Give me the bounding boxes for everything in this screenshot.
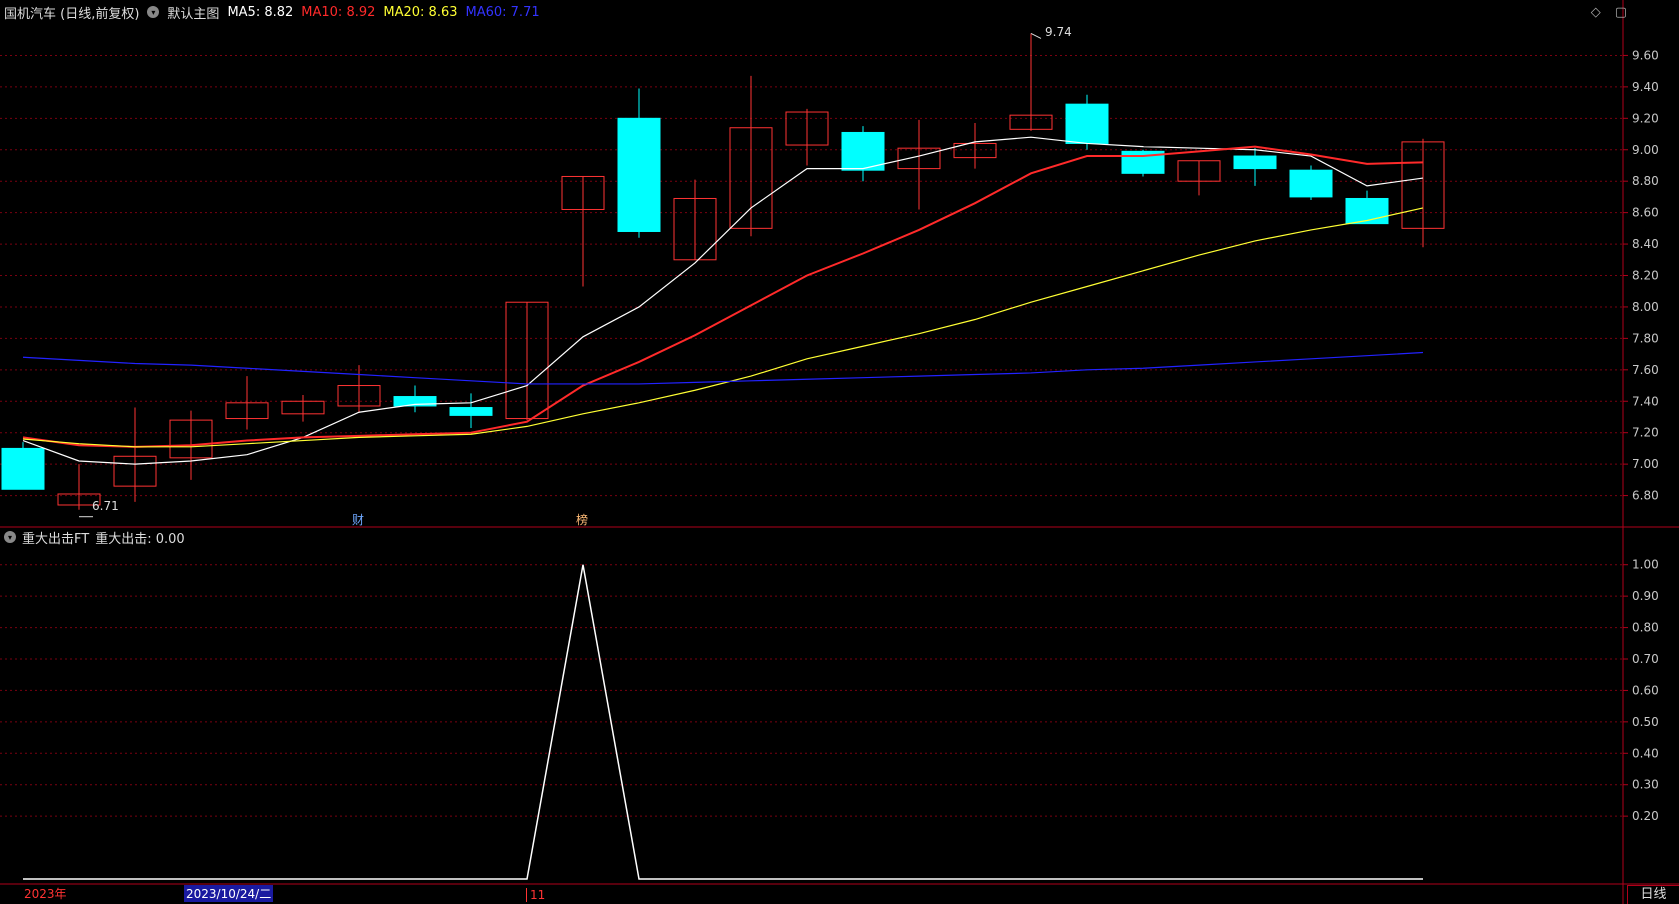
indicator-name[interactable]: 默认主图 xyxy=(167,3,219,22)
ma5-value: MA5: 8.82 xyxy=(227,4,294,20)
ma60-value: MA60: 7.71 xyxy=(465,4,540,20)
main-panel-header: 国机汽车 (日线,前复权) ▾ 默认主图 MA5: 8.82 MA10: 8.9… xyxy=(0,0,1624,24)
y-tick-label: 0.90 xyxy=(1632,589,1659,603)
year-label: 2023年 xyxy=(24,887,67,901)
panel-controls: ◇ ▢ xyxy=(1591,5,1627,20)
y-tick-label: 1.00 xyxy=(1632,558,1659,572)
chevron-down-icon[interactable]: ▾ xyxy=(4,531,16,543)
ma60-line xyxy=(22,351,1424,385)
indicator-panel xyxy=(23,564,1423,880)
month-label: 11 xyxy=(526,888,545,902)
candle-down xyxy=(449,407,493,416)
chevron-down-icon[interactable]: ▾ xyxy=(147,6,160,18)
high-pointer xyxy=(1030,32,1042,39)
ma20-value: MA20: 8.63 xyxy=(383,4,458,20)
sub-indicator-title[interactable]: 重大出击FT xyxy=(22,528,89,547)
sub-panel-header: ▾ 重大出击FT 重大出击: 0.00 xyxy=(0,527,185,547)
y-tick-label: 6.80 xyxy=(1632,489,1659,503)
candle-down xyxy=(1,447,45,490)
y-tick-label: 0.70 xyxy=(1632,652,1659,666)
price-axis: 9.60 9.40 9.20 9.00 8.80 8.60 8.40 8.20 8.00 7.80… xyxy=(1623,48,1659,823)
y-tick-label: 7.20 xyxy=(1632,426,1659,440)
y-tick-label: 9.60 xyxy=(1632,48,1659,62)
signal-line xyxy=(23,564,1423,880)
grid-lines xyxy=(0,0,1679,904)
cursor-date-label: 2023/10/24/二 xyxy=(184,885,274,902)
chart-canvas[interactable]: 9.60 9.40 9.20 9.00 8.80 8.60 8.40 8.20 8.00 7.80… xyxy=(0,0,1679,904)
candle-down xyxy=(1065,103,1109,144)
diamond-icon[interactable]: ◇ xyxy=(1591,5,1601,20)
y-tick-label: 0.60 xyxy=(1632,683,1659,697)
y-tick-label: 0.80 xyxy=(1632,621,1659,635)
high-price-label: 9.74 xyxy=(1045,25,1072,39)
sub-indicator-value: 重大出击: 0.00 xyxy=(95,531,185,547)
finance-marker[interactable]: 财 xyxy=(352,513,364,527)
y-tick-label: 0.20 xyxy=(1632,809,1659,823)
candle-down xyxy=(841,131,885,171)
candle-down xyxy=(1289,169,1333,198)
ma10-line xyxy=(22,145,1424,448)
ma5-line xyxy=(22,136,1424,465)
ma20-line xyxy=(22,207,1424,448)
price-panel xyxy=(1,32,1445,518)
y-tick-label: 9.00 xyxy=(1632,143,1659,157)
y-tick-label: 0.50 xyxy=(1632,715,1659,729)
y-tick-label: 8.60 xyxy=(1632,206,1659,220)
y-tick-label: 7.40 xyxy=(1632,394,1659,408)
y-tick-label: 0.40 xyxy=(1632,746,1659,760)
y-tick-label: 9.40 xyxy=(1632,80,1659,94)
y-tick-label: 8.40 xyxy=(1632,237,1659,251)
y-tick-label: 7.80 xyxy=(1632,331,1659,345)
candle-down xyxy=(1233,155,1277,170)
y-tick-label: 8.20 xyxy=(1632,269,1659,283)
y-tick-label: 7.00 xyxy=(1632,457,1659,471)
y-tick-label: 8.80 xyxy=(1632,174,1659,188)
maximize-icon[interactable]: ▢ xyxy=(1615,5,1627,20)
low-price-label: 6.71 xyxy=(92,499,119,513)
candle-down xyxy=(617,117,661,232)
y-tick-label: 9.20 xyxy=(1632,111,1659,125)
ranking-marker[interactable]: 榜 xyxy=(576,512,588,527)
y-tick-label: 7.60 xyxy=(1632,363,1659,377)
candle-down xyxy=(1345,197,1389,225)
y-tick-label: 8.00 xyxy=(1632,300,1659,314)
ma10-value: MA10: 8.92 xyxy=(301,4,376,20)
y-tick-label: 0.30 xyxy=(1632,778,1659,792)
stock-title[interactable]: 国机汽车 (日线,前复权) xyxy=(4,3,139,22)
period-button[interactable]: 日线 xyxy=(1627,885,1679,904)
